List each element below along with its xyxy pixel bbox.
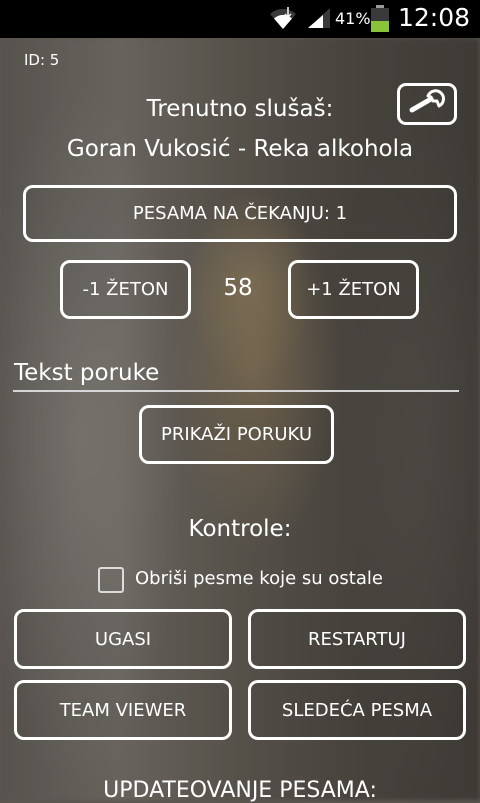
battery-icon (370, 5, 390, 37)
clock: 12:08 (398, 3, 471, 32)
queue-button[interactable]: PESAMA NA ČEKANJU: 1 (23, 185, 457, 242)
delete-remaining-checkbox[interactable] (98, 567, 124, 593)
controls-title: Kontrole: (188, 516, 292, 542)
update-songs-label: UPDATEOVANJE PESAMA: (103, 778, 377, 803)
now-playing-label: Trenutno slušaš: (146, 96, 334, 122)
now-playing-song: Goran Vukosić - Reka alkohola (66, 136, 414, 162)
status-bar: 41% 12:08 (0, 0, 480, 38)
next-song-button[interactable]: SLEDEĆA PESMA (248, 680, 466, 740)
main-screen: ID: 5 Trenutno slušaš: Goran Vukosić - R… (0, 38, 480, 803)
show-message-button[interactable]: PRIKAŽI PORUKU (139, 405, 334, 464)
team-viewer-button[interactable]: TEAM VIEWER (14, 680, 232, 740)
shutdown-button[interactable]: UGASI (14, 609, 232, 669)
message-input[interactable]: Tekst poruke (13, 356, 459, 392)
signal-icon (306, 6, 332, 34)
wifi-icon (268, 5, 298, 35)
plus-token-button[interactable]: +1 ŽETON (288, 260, 419, 319)
battery-percent: 41% (335, 9, 371, 28)
token-count: 58 (223, 275, 253, 301)
minus-token-button[interactable]: -1 ŽETON (60, 260, 191, 319)
id-label: ID: 5 (24, 51, 60, 69)
restart-button[interactable]: RESTARTUJ (248, 609, 466, 669)
delete-remaining-label: Obriši pesme koje su ostale (135, 568, 383, 589)
